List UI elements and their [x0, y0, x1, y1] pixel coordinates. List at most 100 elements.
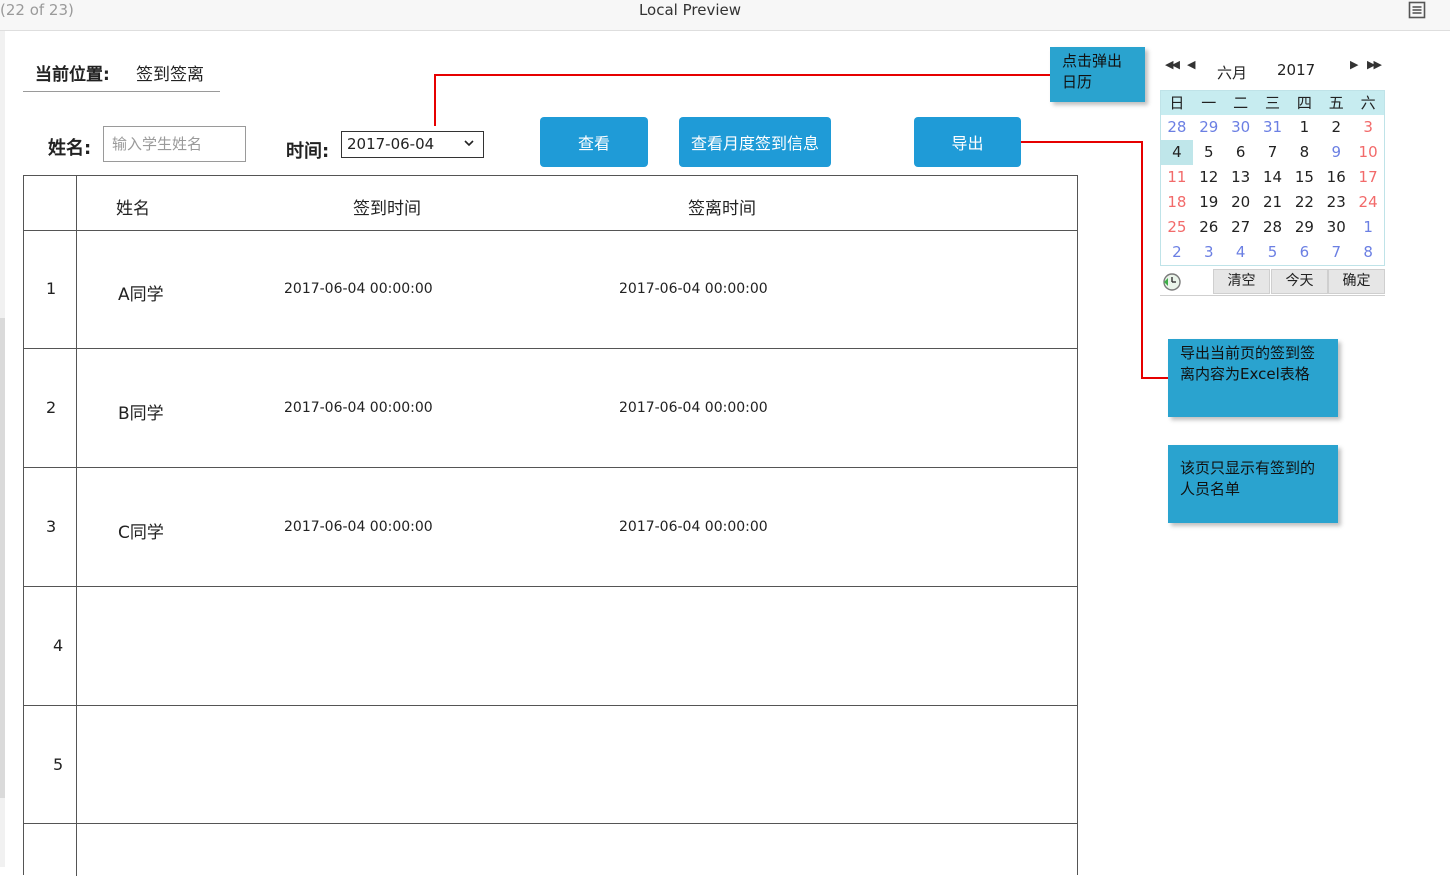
calendar-day[interactable]: 25 [1161, 215, 1193, 240]
document-list-icon[interactable] [1408, 1, 1426, 19]
header-sign-in: 签到时间 [353, 199, 421, 219]
calendar-day[interactable]: 18 [1161, 190, 1193, 215]
calendar-week: 2 3 4 5 6 7 8 [1161, 240, 1384, 265]
calendar-day[interactable]: 7 [1257, 140, 1289, 165]
scrollbar-thumb[interactable] [0, 318, 5, 798]
calendar-day[interactable]: 7 [1320, 240, 1352, 265]
row-index: 3 [46, 517, 57, 536]
row-sign-out: 2017-06-04 00:00:00 [619, 519, 768, 535]
chevron-down-icon [464, 137, 474, 150]
weekday: 三 [1265, 94, 1281, 112]
weekday: 六 [1360, 94, 1376, 112]
calendar-day[interactable]: 1 [1352, 215, 1384, 240]
calendar-day[interactable]: 14 [1257, 165, 1289, 190]
calendar-day[interactable]: 8 [1352, 240, 1384, 265]
calendar-day[interactable]: 8 [1288, 140, 1320, 165]
calendar-year[interactable]: 2017 [1277, 61, 1315, 79]
calendar-day[interactable]: 5 [1257, 240, 1289, 265]
row-name: A同学 [118, 285, 164, 305]
weekday: 一 [1201, 94, 1217, 112]
location-label: 当前位置: [35, 65, 110, 85]
row-index: 4 [53, 636, 64, 655]
student-name-input[interactable] [103, 126, 246, 162]
prev-month-icon[interactable]: ◀ [1187, 58, 1196, 71]
calendar-day[interactable]: 13 [1225, 165, 1257, 190]
view-button[interactable]: 查看 [540, 117, 648, 167]
name-label: 姓名: [48, 138, 92, 159]
calendar-week: 25 26 27 28 29 30 1 [1161, 215, 1384, 240]
calendar-weekdays: 日 一 二 三 四 五 六 [1161, 91, 1384, 115]
calendar-day[interactable]: 28 [1257, 215, 1289, 240]
calendar-grid: 日 一 二 三 四 五 六 28 29 30 31 1 2 3 4 5 6 7 … [1160, 90, 1385, 266]
calendar-day[interactable]: 28 [1161, 115, 1193, 140]
calendar-day[interactable]: 29 [1193, 115, 1225, 140]
calendar-day[interactable]: 30 [1320, 215, 1352, 240]
header-name: 姓名 [116, 199, 150, 219]
calendar-confirm-button[interactable]: 确定 [1328, 269, 1385, 294]
calendar-day[interactable]: 1 [1288, 115, 1320, 140]
calendar-popup: ◀◀ ◀ 六月 2017 ▶ ▶▶ 日 一 二 三 四 五 六 28 29 30… [1160, 56, 1385, 298]
calendar-day[interactable]: 11 [1161, 165, 1193, 190]
monthly-info-button[interactable]: 查看月度签到信息 [679, 117, 831, 167]
calendar-day[interactable]: 21 [1257, 190, 1289, 215]
attendance-table: 姓名 签到时间 签离时间 1 A同学 2017-06-04 00:00:00 2… [23, 175, 1078, 876]
weekday: 五 [1328, 94, 1344, 112]
calendar-day[interactable]: 20 [1225, 190, 1257, 215]
calendar-day[interactable]: 16 [1320, 165, 1352, 190]
next-month-icon[interactable]: ▶ [1350, 58, 1359, 71]
calendar-day[interactable]: 29 [1288, 215, 1320, 240]
calendar-day[interactable]: 4 [1225, 240, 1257, 265]
weekday: 四 [1296, 94, 1312, 112]
row-index: 5 [53, 755, 64, 774]
calendar-day[interactable]: 6 [1225, 140, 1257, 165]
calendar-day[interactable]: 9 [1320, 140, 1352, 165]
calendar-day[interactable]: 6 [1288, 240, 1320, 265]
prev-year-icon[interactable]: ◀◀ [1165, 58, 1180, 71]
time-label: 时间: [286, 141, 330, 162]
calendar-day[interactable]: 2 [1320, 115, 1352, 140]
row-sign-out: 2017-06-04 00:00:00 [619, 400, 768, 416]
row-name: C同学 [118, 523, 164, 543]
export-button[interactable]: 导出 [914, 117, 1021, 167]
calendar-month[interactable]: 六月 [1217, 62, 1247, 83]
calendar-day[interactable]: 3 [1193, 240, 1225, 265]
calendar-day[interactable]: 2 [1161, 240, 1193, 265]
calendar-day[interactable]: 17 [1352, 165, 1384, 190]
calendar-day[interactable]: 31 [1257, 115, 1289, 140]
calendar-day[interactable]: 24 [1352, 190, 1384, 215]
calendar-day[interactable]: 15 [1288, 165, 1320, 190]
calendar-day[interactable]: 12 [1193, 165, 1225, 190]
calendar-footer: 清空 今天 确定 [1160, 268, 1385, 296]
calendar-day[interactable]: 5 [1193, 140, 1225, 165]
calendar-day-selected[interactable]: 4 [1161, 140, 1193, 165]
calendar-day[interactable]: 22 [1288, 190, 1320, 215]
calendar-day[interactable]: 26 [1193, 215, 1225, 240]
weekday: 二 [1233, 94, 1249, 112]
calendar-day[interactable]: 3 [1352, 115, 1384, 140]
table-row[interactable]: 1 A同学 2017-06-04 00:00:00 2017-06-04 00:… [24, 231, 1077, 349]
date-select-value: 2017-06-04 [347, 135, 435, 153]
breadcrumb: 当前位置: 签到签离 [23, 56, 220, 92]
left-scrollbar[interactable] [0, 31, 5, 867]
calendar-week: 18 19 20 21 22 23 24 [1161, 190, 1384, 215]
date-select[interactable]: 2017-06-04 [341, 131, 484, 158]
calendar-clear-button[interactable]: 清空 [1213, 269, 1270, 294]
table-row[interactable]: 3 C同学 2017-06-04 00:00:00 2017-06-04 00:… [24, 468, 1077, 587]
calendar-day[interactable]: 19 [1193, 190, 1225, 215]
calendar-today-button[interactable]: 今天 [1271, 269, 1328, 294]
connector-line [1141, 377, 1168, 379]
calendar-day[interactable]: 30 [1225, 115, 1257, 140]
calendar-day[interactable]: 10 [1352, 140, 1384, 165]
table-row[interactable]: 2 B同学 2017-06-04 00:00:00 2017-06-04 00:… [24, 349, 1077, 468]
row-index: 1 [46, 279, 57, 298]
calendar-week: 28 29 30 31 1 2 3 [1161, 115, 1384, 140]
note-export: 导出当前页的签到签离内容为Excel表格 [1168, 339, 1338, 417]
row-sign-in: 2017-06-04 00:00:00 [284, 400, 433, 416]
table-row[interactable]: 4 [24, 587, 1077, 706]
header-sign-out: 签离时间 [688, 199, 756, 219]
next-year-icon[interactable]: ▶▶ [1367, 58, 1382, 71]
clock-icon[interactable] [1162, 272, 1182, 292]
table-row[interactable]: 5 [24, 706, 1077, 824]
calendar-day[interactable]: 27 [1225, 215, 1257, 240]
calendar-day[interactable]: 23 [1320, 190, 1352, 215]
